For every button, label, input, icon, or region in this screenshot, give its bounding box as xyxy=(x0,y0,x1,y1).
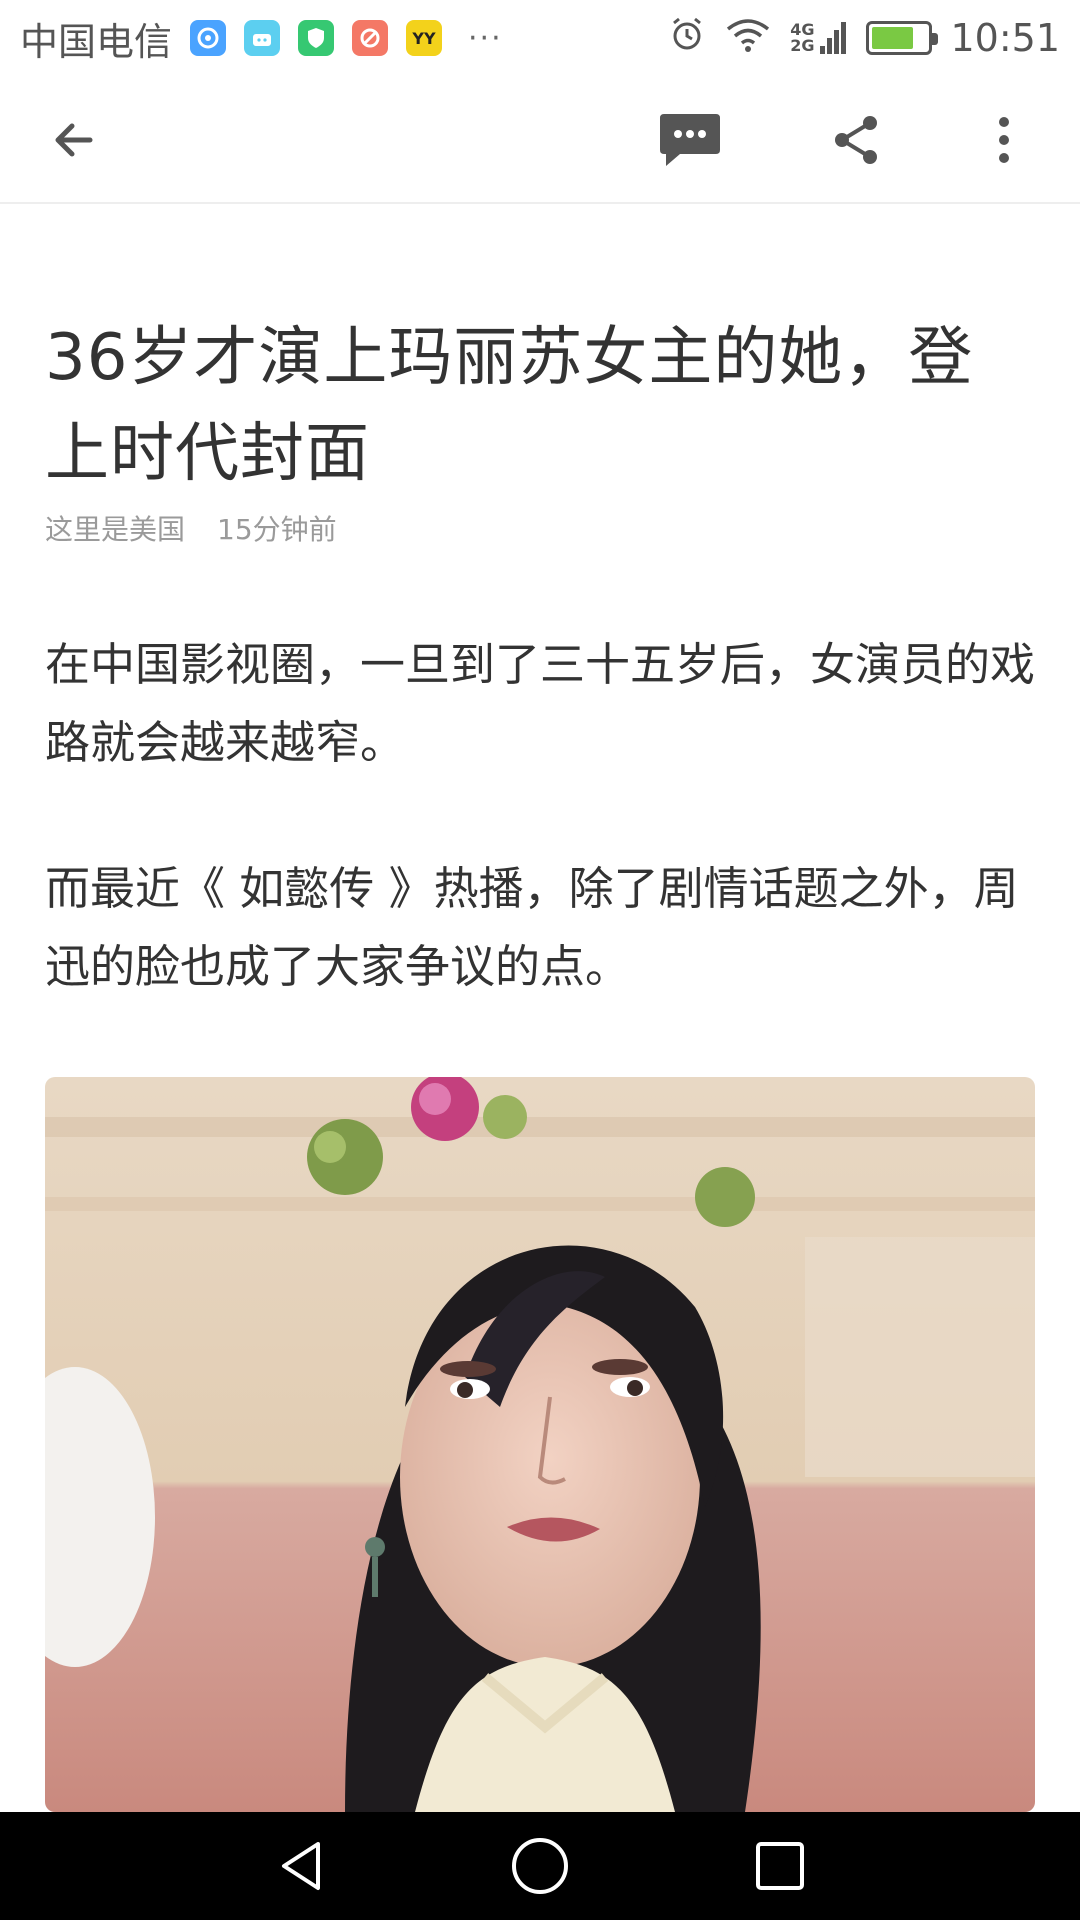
more-options-button[interactable] xyxy=(968,104,1040,176)
nav-back-icon xyxy=(282,1842,320,1890)
cellular-signal-icon: 4G 2G xyxy=(790,20,848,56)
yy-app-icon: YY xyxy=(406,20,443,56)
back-arrow-icon xyxy=(55,123,93,157)
android-app-icon xyxy=(244,20,281,56)
nav-home-icon xyxy=(512,1838,568,1894)
share-button[interactable] xyxy=(820,104,892,176)
article-paragraph: 而最近《 如懿传 》热播，除了剧情话题之外，周迅的脸也成了大家争议的点。 xyxy=(45,862,1019,993)
article-meta: 这里是美国 15分钟前 xyxy=(45,508,1035,548)
battery-icon xyxy=(866,21,939,55)
status-right: 4G 2G 10:51 xyxy=(668,15,1060,62)
comment-icon xyxy=(660,114,720,166)
clock: 10:51 xyxy=(950,16,1060,60)
browser-app-icon xyxy=(190,20,227,56)
comments-button[interactable] xyxy=(654,104,726,176)
more-vert-icon xyxy=(999,117,1009,163)
nav-recents-icon xyxy=(756,1842,804,1890)
carrier-label: 中国电信 xyxy=(20,19,173,64)
wifi-icon xyxy=(724,15,772,62)
status-bar: 中国电信 YY ··· 4G 2G 10:51 xyxy=(0,0,1080,76)
nav-back-button[interactable] xyxy=(270,1834,334,1898)
tools-app-icon xyxy=(352,20,389,56)
article-source[interactable]: 这里是美国 xyxy=(45,508,185,548)
alarm-icon xyxy=(668,15,706,62)
more-notifications-indicator: ··· xyxy=(468,20,503,56)
article: 36岁才演上玛丽苏女主的她，登上时代封面 这里是美国 15分钟前 在中国影视圈，… xyxy=(45,310,1035,1006)
article-image[interactable] xyxy=(45,1077,1035,1812)
system-navigation-bar xyxy=(0,1812,1080,1920)
article-time: 15分钟前 xyxy=(217,513,337,546)
nav-home-button[interactable] xyxy=(508,1834,572,1898)
share-icon xyxy=(835,116,877,164)
notification-icons: YY ··· xyxy=(190,20,503,56)
article-paragraph: 在中国影视圈，一旦到了三十五岁后，女演员的戏路就会越来越窄。 xyxy=(45,638,1036,769)
battery-level-fill xyxy=(872,27,913,49)
shield-app-icon xyxy=(298,20,335,56)
nav-recents-button[interactable] xyxy=(748,1834,812,1898)
app-bar xyxy=(0,76,1080,204)
screen: 中国电信 YY ··· 4G 2G 10:51 36岁才演上玛丽苏女主的她，登上… xyxy=(0,0,1080,1920)
article-title: 36岁才演上玛丽苏女主的她，登上时代封面 xyxy=(45,321,974,491)
back-button[interactable] xyxy=(38,104,110,176)
